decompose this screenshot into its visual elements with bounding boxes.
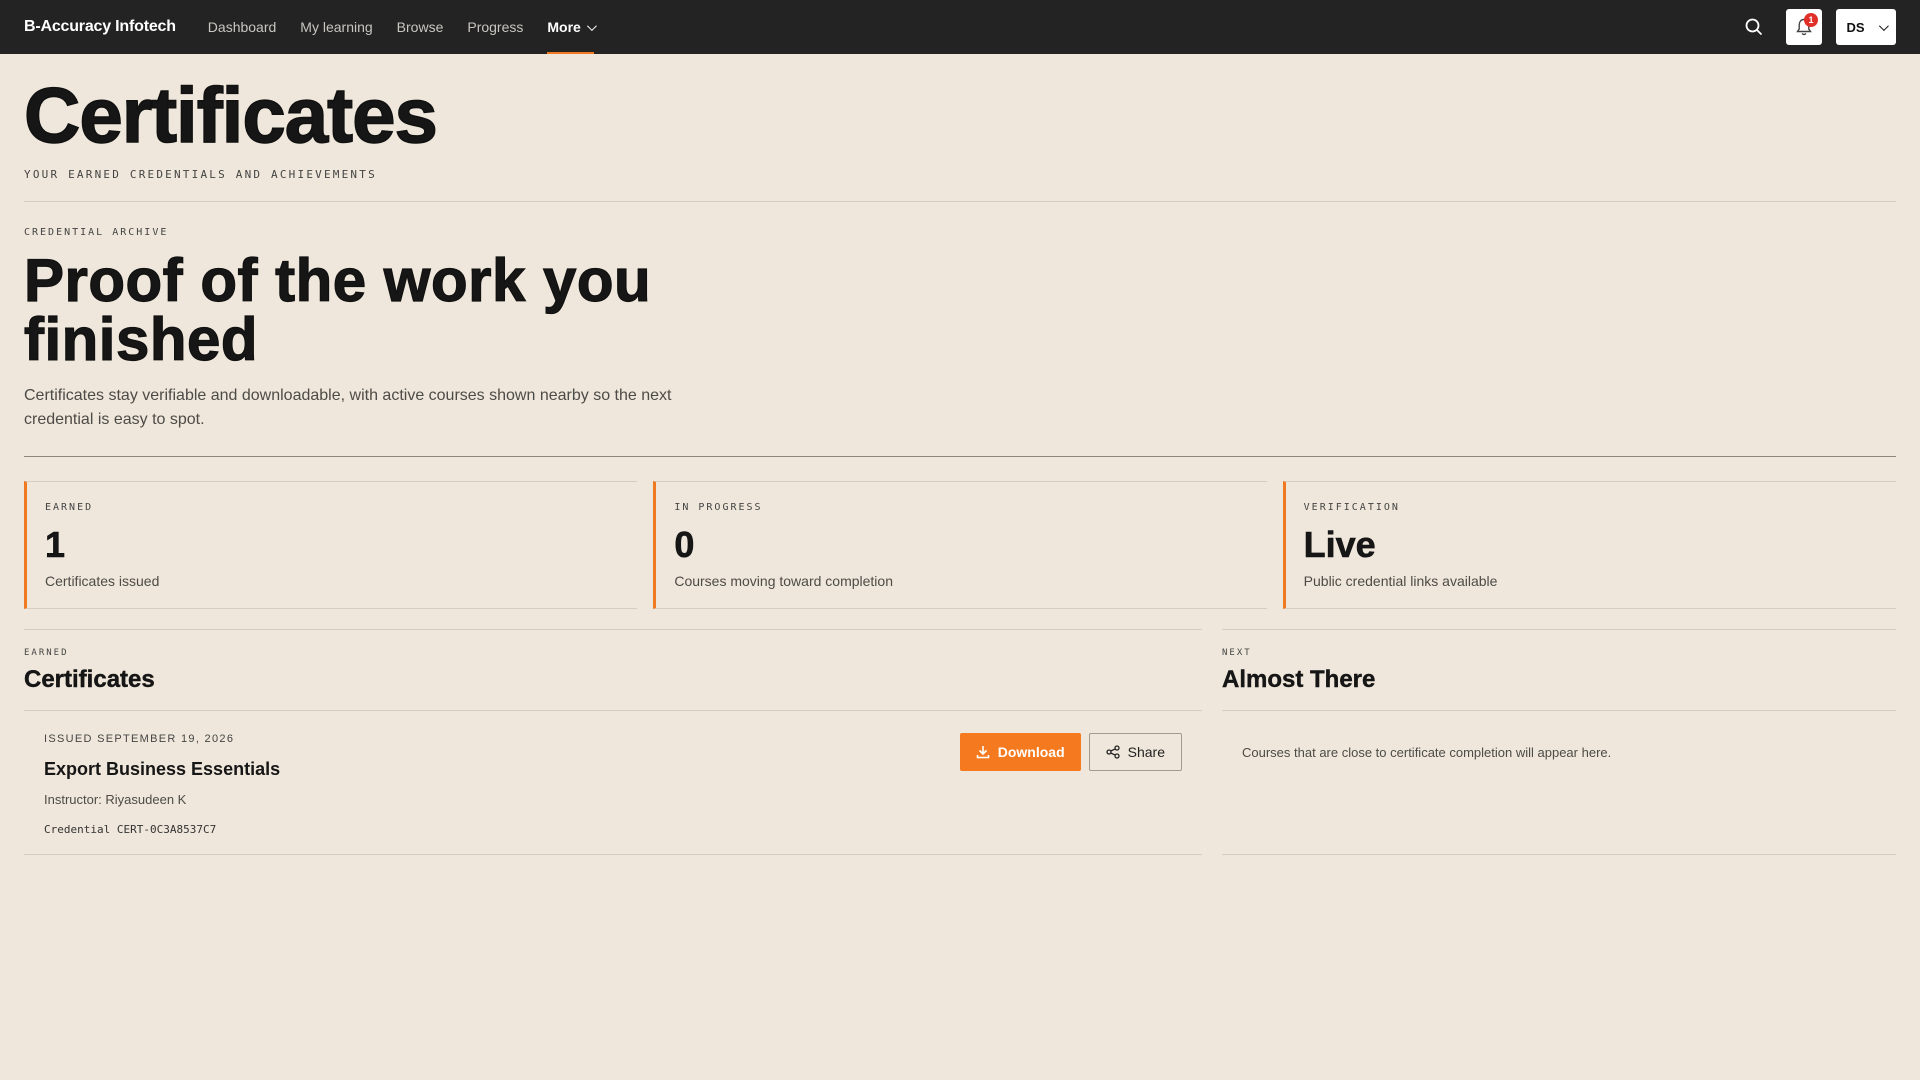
user-menu-button[interactable]: DS bbox=[1836, 9, 1896, 45]
page-title: Certificates bbox=[23, 71, 438, 159]
stat-card-in-progress: IN PROGRESS 0 Courses moving toward comp… bbox=[653, 480, 1267, 609]
notification-badge: 1 bbox=[1804, 13, 1818, 27]
credential-id: Credential CERT-0C3A8537C7 bbox=[44, 822, 217, 836]
stat-description: Courses moving toward completion bbox=[674, 572, 893, 589]
download-label: Download bbox=[997, 743, 1065, 760]
section-eyebrow: NEXT bbox=[1222, 647, 1252, 658]
hero-eyebrow: CREDENTIAL ARCHIVE bbox=[24, 227, 169, 238]
stat-label: VERIFICATION bbox=[1303, 501, 1400, 513]
download-button[interactable]: Download bbox=[959, 732, 1081, 771]
hero-heading: Proof of the work you finished bbox=[23, 247, 652, 373]
certificate-instructor: Instructor: Riyasudeen K bbox=[44, 791, 187, 807]
page-subtitle: YOUR EARNED CREDENTIALS AND ACHIEVEMENTS bbox=[24, 168, 377, 181]
stat-value: 0 bbox=[674, 523, 695, 565]
stat-label: IN PROGRESS bbox=[674, 501, 763, 513]
notifications-button[interactable]: 1 bbox=[1786, 9, 1822, 45]
stat-card-verification: VERIFICATION Live Public credential link… bbox=[1282, 480, 1896, 609]
share-icon bbox=[1105, 744, 1120, 759]
share-button[interactable]: Share bbox=[1088, 732, 1182, 771]
divider bbox=[24, 455, 1896, 457]
stat-value: 1 bbox=[45, 523, 66, 565]
nav-link-dashboard[interactable]: Dashboard bbox=[208, 0, 277, 54]
section-title: Almost There bbox=[1222, 665, 1376, 693]
download-icon bbox=[976, 745, 990, 758]
nav-more-menu[interactable]: More bbox=[547, 0, 597, 54]
top-nav: B-Accuracy Infotech Dashboard My learnin… bbox=[0, 0, 1920, 54]
section-title: Certificates bbox=[24, 665, 155, 693]
nav-link-my-learning[interactable]: My learning bbox=[300, 0, 372, 54]
divider bbox=[24, 201, 1896, 202]
stat-label: EARNED bbox=[45, 501, 94, 513]
almost-there-section: NEXT Almost There Courses that are close… bbox=[1222, 628, 1896, 855]
stat-value: Live bbox=[1303, 523, 1376, 565]
empty-state-text: Courses that are close to certificate co… bbox=[1242, 744, 1612, 760]
stat-card-earned: EARNED 1 Certificates issued bbox=[24, 480, 638, 609]
section-eyebrow: EARNED bbox=[24, 647, 69, 658]
brand-logo[interactable]: B-Accuracy Infotech bbox=[24, 18, 176, 36]
nav-more-label: More bbox=[547, 19, 581, 35]
search-icon[interactable] bbox=[1736, 9, 1772, 45]
nav-link-browse[interactable]: Browse bbox=[397, 0, 444, 54]
share-label: Share bbox=[1127, 743, 1165, 760]
almost-there-empty-state: Courses that are close to certificate co… bbox=[1222, 709, 1896, 855]
certificate-card: ISSUED SEPTEMBER 19, 2026 Export Busines… bbox=[24, 709, 1202, 855]
earned-certificates-section: EARNED Certificates ISSUED SEPTEMBER 19,… bbox=[24, 628, 1202, 855]
stat-description: Certificates issued bbox=[45, 572, 160, 589]
stat-description: Public credential links available bbox=[1303, 572, 1498, 589]
hero-description: Certificates stay verifiable and downloa… bbox=[24, 386, 672, 428]
chevron-down-icon bbox=[1878, 20, 1889, 31]
chevron-down-icon bbox=[586, 20, 597, 31]
stats-row: EARNED 1 Certificates issued IN PROGRESS… bbox=[24, 480, 1896, 609]
nav-link-progress[interactable]: Progress bbox=[467, 0, 523, 54]
avatar-initials: DS bbox=[1846, 19, 1865, 35]
